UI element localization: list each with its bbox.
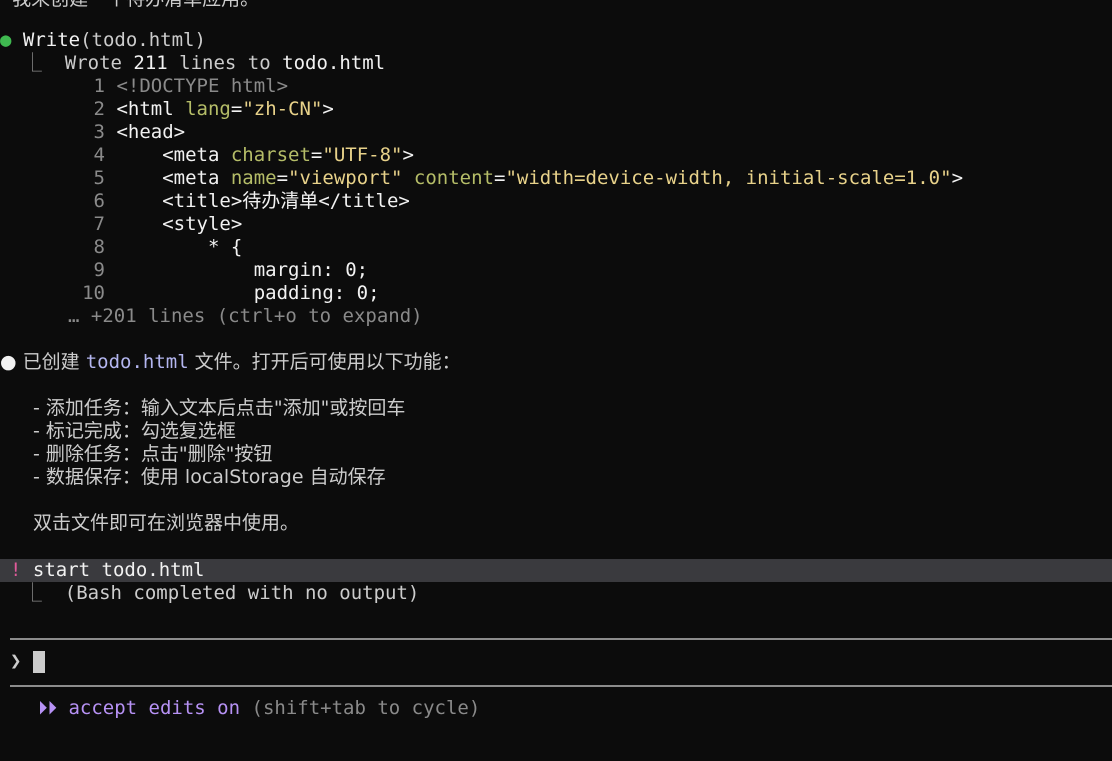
code-line: 6 <title>待办清单</title> — [93, 190, 410, 212]
mode-hint: (shift+tab to cycle) — [240, 697, 481, 719]
result-filename: todo.html — [282, 52, 386, 74]
line-count: 211 — [133, 52, 168, 74]
fast-forward-icon: ⏵⏵ — [38, 697, 58, 719]
file-link[interactable]: todo.html — [86, 351, 189, 373]
bash-command: ! start todo.html — [0, 559, 205, 582]
code-line: 2 <html lang="zh-CN"> — [93, 98, 334, 120]
bash-command-text: start todo.html — [32, 559, 205, 581]
code-line: 4 <meta charset="UTF-8"> — [93, 144, 414, 166]
code-line: 9 margin: 0; — [93, 259, 369, 281]
list-item: - 数据保存：使用 localStorage 自动保存 — [33, 466, 386, 488]
tool-result-line: ⎿ Wrote 211 lines to todo.html — [0, 52, 386, 74]
previous-message-partial: · 我来创建一个待办清单应用。 — [0, 0, 259, 11]
bang-icon: ! — [10, 559, 22, 581]
code-line: 10 padding: 0; — [82, 282, 380, 304]
input-bottom-border — [10, 685, 1112, 687]
assistant-message: ● 已创建 todo.html 文件。打开后可使用以下功能： — [0, 351, 461, 373]
code-line: 7 <style> — [93, 213, 243, 235]
mode-label: accept edits on — [68, 697, 241, 719]
closing-text: 双击文件即可在浏览器中使用。 — [33, 512, 300, 534]
code-line: 5 <meta name="viewport" content="width=d… — [93, 167, 964, 189]
tool-call-write: ● Write(todo.html) — [0, 29, 206, 52]
code-line: 8 * { — [93, 236, 243, 258]
input-top-border — [10, 638, 1112, 640]
tool-status-dot-icon: ● — [0, 29, 12, 51]
mode-status[interactable]: ⏵⏵ accept edits on (shift+tab to cycle) — [38, 697, 480, 720]
prompt-chevron-icon: ❯ — [10, 650, 22, 672]
code-line: 3 <head> — [93, 121, 186, 143]
tool-arg: (todo.html) — [80, 29, 206, 51]
list-item: - 标记完成：勾选复选框 — [33, 420, 236, 442]
expand-hint[interactable]: … +201 lines (ctrl+o to expand) — [68, 305, 423, 328]
tool-name: Write — [22, 29, 81, 51]
bash-result: ⎿ (Bash completed with no output) — [0, 582, 420, 604]
code-line: 1 <!DOCTYPE html> — [93, 75, 289, 97]
list-item: - 添加任务：输入文本后点击"添加"或按回车 — [33, 397, 406, 419]
list-item: - 删除任务：点击"删除"按钮 — [33, 443, 273, 465]
prompt-input[interactable] — [33, 651, 45, 673]
message-dot-icon: ● — [0, 351, 17, 373]
